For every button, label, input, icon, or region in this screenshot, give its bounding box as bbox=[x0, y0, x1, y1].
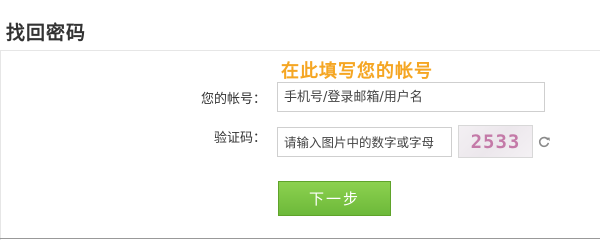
next-step-button[interactable]: 下一步 bbox=[278, 181, 391, 216]
captcha-code: 2533 bbox=[470, 130, 521, 153]
account-hint: 在此填写您的帐号 bbox=[281, 61, 433, 82]
bottom-divider bbox=[0, 238, 600, 239]
captcha-label: 验证码： bbox=[213, 131, 266, 146]
page-title: 找回密码 bbox=[6, 22, 87, 44]
refresh-icon[interactable] bbox=[537, 135, 551, 149]
captcha-input[interactable] bbox=[277, 127, 452, 157]
panel-left-border bbox=[0, 50, 1, 240]
account-label: 您的帐号： bbox=[200, 92, 266, 107]
captcha-image[interactable]: 2533 bbox=[458, 125, 533, 158]
title-divider bbox=[0, 50, 600, 51]
account-input[interactable] bbox=[277, 82, 545, 112]
